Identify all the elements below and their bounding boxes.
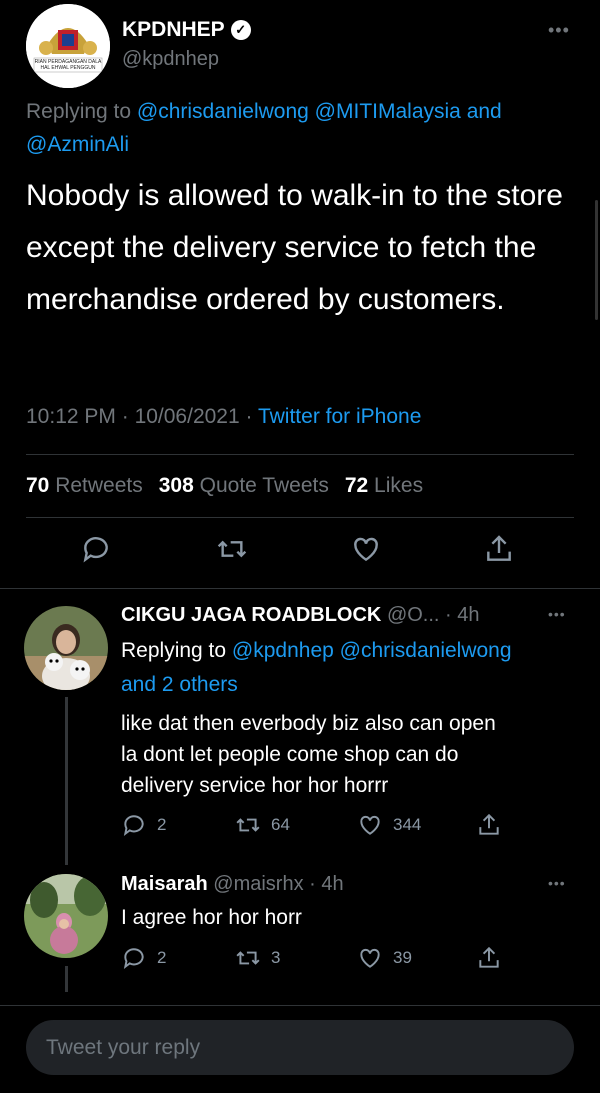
reply-header: Maisarah @maisrhx · 4h — [121, 873, 344, 896]
thread-line — [65, 697, 68, 865]
replying-to: Replying to @chrisdanielwong @MITIMalays… — [26, 100, 502, 156]
share-icon[interactable] — [483, 533, 519, 569]
retweet-icon[interactable] — [216, 533, 252, 569]
more-options-icon[interactable]: ••• — [548, 606, 566, 622]
retweet-button[interactable]: 3 — [235, 945, 280, 971]
reply-count: 2 — [157, 815, 167, 834]
share-icon — [479, 946, 499, 968]
reply-icon — [123, 815, 144, 836]
reply-age: · 4h — [309, 873, 344, 895]
mention-link[interactable]: @MITIMalaysia — [315, 100, 461, 123]
kpdnhep-avatar[interactable]: RIAN PERDAGANGAN DALA HAL EHWAL PENGGUN — [26, 4, 110, 88]
like-icon[interactable] — [350, 533, 386, 569]
tweet-time[interactable]: 10:12 PM — [26, 405, 116, 428]
author-name-text: KPDNHEP — [122, 18, 225, 41]
reply-age: · 4h — [445, 604, 480, 626]
mention-link[interactable]: @chrisdanielwong — [137, 100, 309, 123]
reply-compose-input[interactable]: Tweet your reply — [26, 1020, 574, 1075]
retweet-icon — [236, 951, 260, 965]
retweet-count: 3 — [271, 948, 281, 967]
retweet-button[interactable]: 64 — [235, 812, 290, 838]
reply-text: like dat then everbody biz also can open… — [121, 712, 496, 797]
mention-link[interactable]: and 2 others — [121, 673, 238, 696]
replying-to: Replying to @kpdnhep @chrisdanielwong an… — [121, 639, 512, 696]
like-icon — [360, 815, 380, 835]
author-name[interactable]: KPDNHEP ✓ — [122, 18, 251, 42]
share-button[interactable] — [476, 812, 502, 838]
mention-link[interactable]: @AzminAli — [26, 133, 129, 156]
tweet-stats: 70 Retweets 308 Quote Tweets 72 Likes — [26, 474, 423, 498]
reply-header: CIKGU JAGA ROADBLOCK @O... · 4h — [121, 604, 480, 627]
mention-and: and — [466, 100, 502, 123]
quote-tweets-stat[interactable]: 308 Quote Tweets — [159, 474, 329, 498]
tweet-actions — [0, 533, 600, 573]
divider — [0, 588, 600, 589]
like-button[interactable]: 39 — [357, 945, 412, 971]
share-button[interactable] — [476, 945, 502, 971]
reply-count: 2 — [157, 948, 167, 967]
reply-avatar[interactable] — [24, 606, 108, 690]
tweet-text: Nobody is allowed to walk-in to the stor… — [26, 179, 563, 316]
retweet-icon — [236, 818, 260, 832]
reply-author-handle[interactable]: @maisrhx — [213, 873, 303, 895]
divider — [0, 1005, 600, 1006]
retweets-stat[interactable]: 70 Retweets — [26, 474, 143, 498]
logo-text: RIAN PERDAGANGAN DALA HAL EHWAL PENGGUN — [34, 59, 102, 71]
like-button[interactable]: 344 — [357, 812, 421, 838]
retweet-count: 64 — [271, 815, 290, 834]
verified-badge-icon: ✓ — [230, 20, 251, 40]
tweet-date[interactable]: 10/06/2021 — [135, 405, 240, 428]
mention-link[interactable]: @kpdnhep @chrisdanielwong — [232, 639, 512, 662]
reply-icon[interactable] — [80, 533, 116, 569]
more-options-icon[interactable]: ••• — [548, 20, 570, 41]
scrollbar[interactable] — [595, 200, 598, 320]
reply-author-handle[interactable]: @O... — [387, 604, 440, 626]
reply-text: I agree hor hor horr — [121, 906, 302, 929]
like-count: 39 — [393, 948, 412, 967]
reply-author-name[interactable]: Maisarah — [121, 873, 208, 895]
author-handle[interactable]: @kpdnhep — [122, 48, 219, 71]
reply-actions: 2 3 39 — [121, 945, 521, 975]
reply-button[interactable]: 2 — [121, 945, 166, 971]
more-options-icon[interactable]: ••• — [548, 875, 566, 891]
reply-actions: 2 64 344 — [121, 812, 521, 842]
thread-line — [65, 966, 68, 992]
tweet-meta: 10:12 PM · 10/06/2021 · Twitter for iPho… — [26, 405, 422, 428]
like-count: 344 — [393, 815, 422, 834]
tweet-source[interactable]: Twitter for iPhone — [258, 405, 421, 428]
share-icon — [479, 813, 499, 835]
divider — [26, 454, 574, 455]
reply-icon — [123, 948, 144, 969]
reply-button[interactable]: 2 — [121, 812, 166, 838]
like-icon — [360, 948, 380, 968]
reply-avatar[interactable] — [24, 874, 108, 958]
likes-stat[interactable]: 72 Likes — [345, 474, 423, 498]
divider — [26, 517, 574, 518]
reply-author-name[interactable]: CIKGU JAGA ROADBLOCK — [121, 604, 381, 626]
